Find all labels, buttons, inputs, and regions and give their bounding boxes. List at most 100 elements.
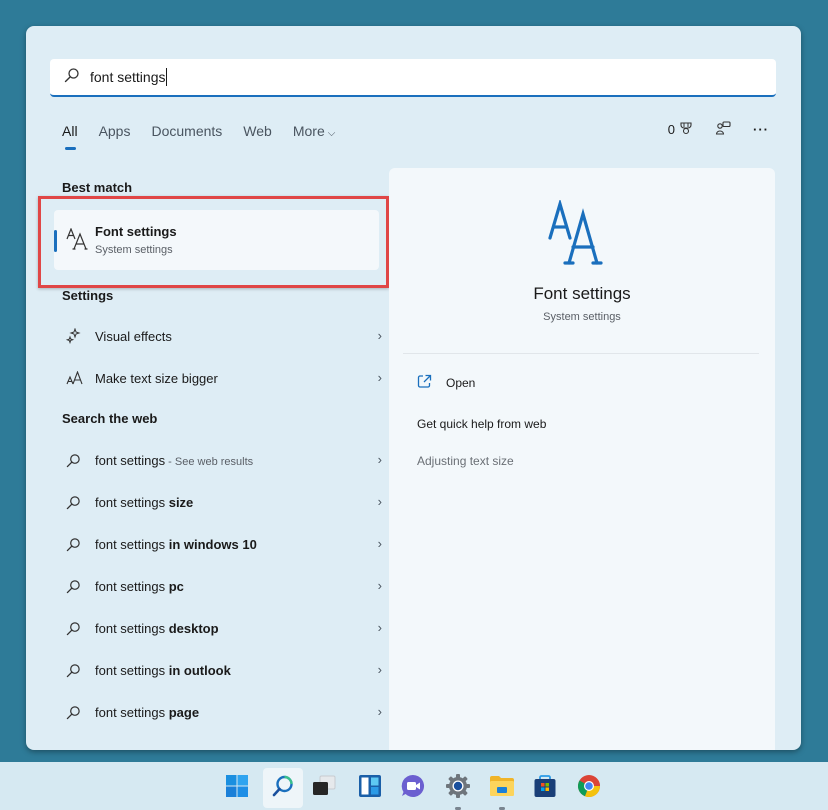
store-icon	[533, 774, 557, 803]
tab-documents[interactable]: Documents	[151, 123, 222, 139]
search-web-heading: Search the web	[62, 411, 158, 426]
best-match-subtitle: System settings	[95, 244, 173, 256]
text-caret	[165, 68, 167, 86]
search-icon	[66, 495, 90, 510]
tab-more-label: More	[292, 123, 325, 139]
open-action[interactable]: Open	[417, 374, 475, 392]
web-result-item[interactable]: font settings page ›	[62, 697, 382, 727]
text-size-icon	[66, 371, 90, 385]
query-suggestion: desktop	[168, 620, 219, 636]
search-icon	[64, 67, 90, 88]
query-text: font settings	[95, 578, 169, 594]
file-explorer-icon	[489, 774, 515, 803]
chevron-right-icon: ›	[377, 370, 382, 385]
start-search-panel: font settings All Apps Documents Web Mor…	[26, 26, 801, 750]
chevron-right-icon: ›	[377, 494, 382, 509]
query-text: font settings	[95, 494, 169, 510]
start-button[interactable]	[217, 768, 257, 808]
query-suggestion: in outlook	[168, 662, 231, 678]
query-suggestion: page	[168, 704, 200, 720]
search-icon	[66, 579, 90, 594]
settings-gear-icon	[445, 773, 471, 804]
points-count: 0	[667, 122, 675, 137]
teams-chat-icon	[400, 773, 426, 804]
widgets-button[interactable]	[350, 768, 390, 808]
trophy-icon	[679, 121, 693, 138]
chrome-icon	[577, 774, 601, 803]
chevron-right-icon: ›	[377, 328, 382, 343]
file-explorer-button[interactable]	[482, 768, 522, 810]
query-text: font settings	[95, 452, 166, 468]
settings-item-text-size[interactable]: Make text size bigger ›	[62, 363, 382, 393]
font-aa-icon	[66, 227, 90, 255]
tab-apps[interactable]: Apps	[99, 123, 131, 139]
web-result-item[interactable]: font settings size ›	[62, 487, 382, 517]
chevron-right-icon: ›	[377, 704, 382, 719]
tab-more[interactable]: More ⌵	[293, 123, 336, 139]
query-text: font settings	[95, 704, 169, 720]
query-suggestion: in windows 10	[168, 536, 257, 552]
quick-help-heading: Get quick help from web	[417, 417, 547, 431]
settings-item-visual-effects[interactable]: Visual effects ›	[62, 321, 382, 351]
task-view-button[interactable]	[304, 768, 344, 808]
open-external-icon	[417, 374, 432, 392]
chevron-right-icon: ›	[377, 620, 382, 635]
settings-item-label: Make text size bigger	[95, 370, 218, 386]
tab-all[interactable]: All	[62, 123, 78, 150]
web-result-label: font settings - See web results	[95, 453, 253, 468]
chrome-button[interactable]	[569, 768, 609, 808]
search-icon	[66, 621, 90, 636]
query-text: font settings	[95, 620, 169, 636]
toolbar-right: 0 ···	[668, 121, 769, 138]
preview-subtitle: System settings	[543, 311, 621, 323]
adjusting-text-size-link[interactable]: Adjusting text size	[417, 454, 514, 468]
teams-chat-button[interactable]	[393, 768, 433, 808]
web-result-item[interactable]: font settings - See web results ›	[62, 445, 382, 475]
ellipsis-icon[interactable]: ···	[753, 122, 769, 137]
divider	[403, 353, 759, 354]
chevron-right-icon: ›	[377, 662, 382, 677]
chevron-down-icon: ⌵	[327, 128, 336, 139]
see-web-results-hint: - See web results	[165, 455, 254, 468]
web-result-label: font settings desktop	[95, 621, 219, 636]
best-match-result[interactable]: Font settings System settings	[54, 210, 379, 270]
settings-heading: Settings	[62, 288, 114, 303]
start-icon	[225, 774, 249, 803]
best-match-heading: Best match	[62, 180, 133, 195]
search-icon	[66, 663, 90, 678]
settings-app-button[interactable]	[438, 768, 478, 810]
taskbar-search-button[interactable]	[263, 768, 303, 808]
preview-title: Font settings	[533, 284, 631, 303]
search-input[interactable]: font settings	[90, 69, 166, 85]
store-button[interactable]	[525, 768, 565, 808]
search-icon	[66, 705, 90, 720]
web-result-label: font settings page	[95, 705, 199, 720]
people-chat-icon[interactable]	[715, 121, 731, 138]
chevron-right-icon: ›	[377, 452, 382, 467]
query-text: font settings	[95, 662, 169, 678]
search-icon	[271, 774, 295, 803]
open-label: Open	[446, 376, 476, 390]
web-result-label: font settings pc	[95, 579, 184, 594]
query-suggestion: size	[168, 494, 194, 510]
web-result-item[interactable]: font settings desktop ›	[62, 613, 382, 643]
settings-item-label: Visual effects	[95, 328, 172, 344]
task-view-icon	[311, 775, 337, 802]
search-icon	[66, 537, 90, 552]
tab-web[interactable]: Web	[243, 123, 272, 139]
search-box[interactable]: font settings	[50, 59, 776, 97]
rewards-points-button[interactable]: 0	[668, 121, 693, 138]
selection-indicator	[54, 230, 57, 252]
sparkle-icon	[66, 328, 90, 344]
web-result-item[interactable]: font settings pc ›	[62, 571, 382, 601]
web-result-item[interactable]: font settings in windows 10 ›	[62, 529, 382, 559]
widgets-icon	[358, 774, 382, 803]
font-aa-large-icon	[547, 198, 617, 275]
search-icon	[66, 453, 90, 468]
preview-pane: Font settings System settings Open Get q…	[389, 168, 775, 750]
best-match-title: Font settings	[95, 224, 177, 239]
filter-tabs: All Apps Documents Web More ⌵	[62, 123, 356, 150]
web-result-item[interactable]: font settings in outlook ›	[62, 655, 382, 685]
query-suggestion: pc	[168, 578, 184, 594]
taskbar	[0, 762, 828, 810]
